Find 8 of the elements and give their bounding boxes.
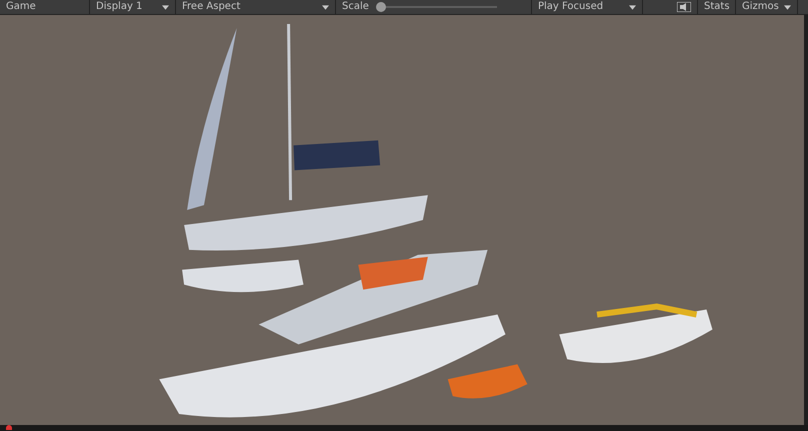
caret-icon — [322, 4, 329, 10]
caret-icon — [162, 4, 169, 10]
scale-label: Scale — [342, 0, 369, 14]
caret-icon — [784, 4, 791, 10]
scale-slider-thumb[interactable] — [376, 2, 386, 12]
caret-icon — [629, 4, 636, 10]
speaker-icon — [677, 2, 691, 12]
error-icon — [6, 425, 12, 430]
